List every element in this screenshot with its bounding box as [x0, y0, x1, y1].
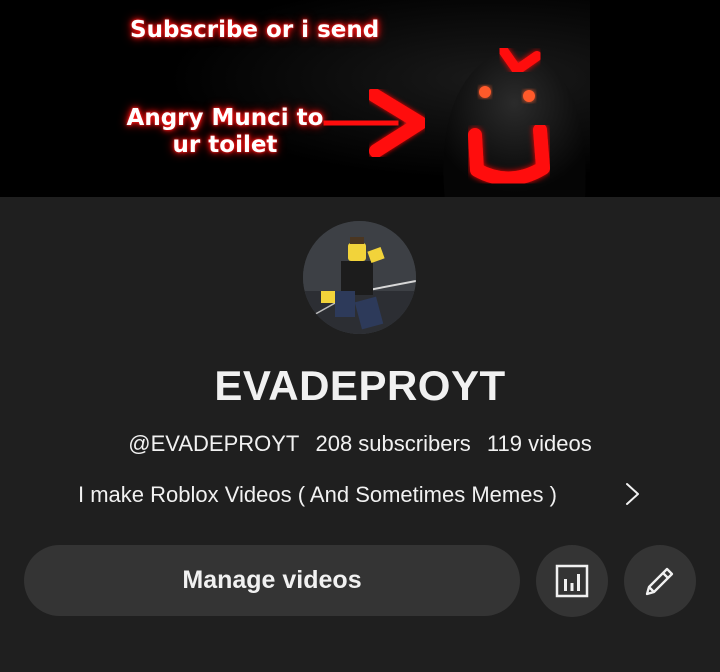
analytics-icon — [555, 564, 589, 598]
subscriber-count: 208 subscribers — [315, 431, 471, 456]
channel-handle: @EVADEPROYT — [128, 431, 300, 456]
manage-videos-button[interactable]: Manage videos — [24, 545, 520, 616]
channel-avatar[interactable] — [303, 221, 416, 334]
avatar-image — [303, 221, 416, 334]
analytics-button[interactable] — [536, 545, 608, 617]
pencil-icon — [645, 567, 674, 596]
channel-banner: Subscribe or i send Angry Munci to ur toi… — [0, 0, 720, 197]
video-count: 119 videos — [486, 431, 592, 456]
channel-description[interactable]: I make Roblox Videos ( And Sometimes Mem… — [78, 480, 557, 510]
angry-creature-icon — [443, 45, 586, 197]
banner-text-bottom: Angry Munci to ur toilet — [126, 105, 324, 158]
edit-channel-button[interactable] — [624, 545, 696, 617]
channel-meta: @EVADEPROYT 208 subscribers 119 videos — [0, 431, 720, 457]
banner-text-top: Subscribe or i send — [130, 17, 380, 43]
channel-name: EVADEPROYT — [214, 362, 506, 409]
red-arrow-icon — [322, 88, 427, 158]
chevron-right-icon[interactable] — [622, 481, 642, 507]
